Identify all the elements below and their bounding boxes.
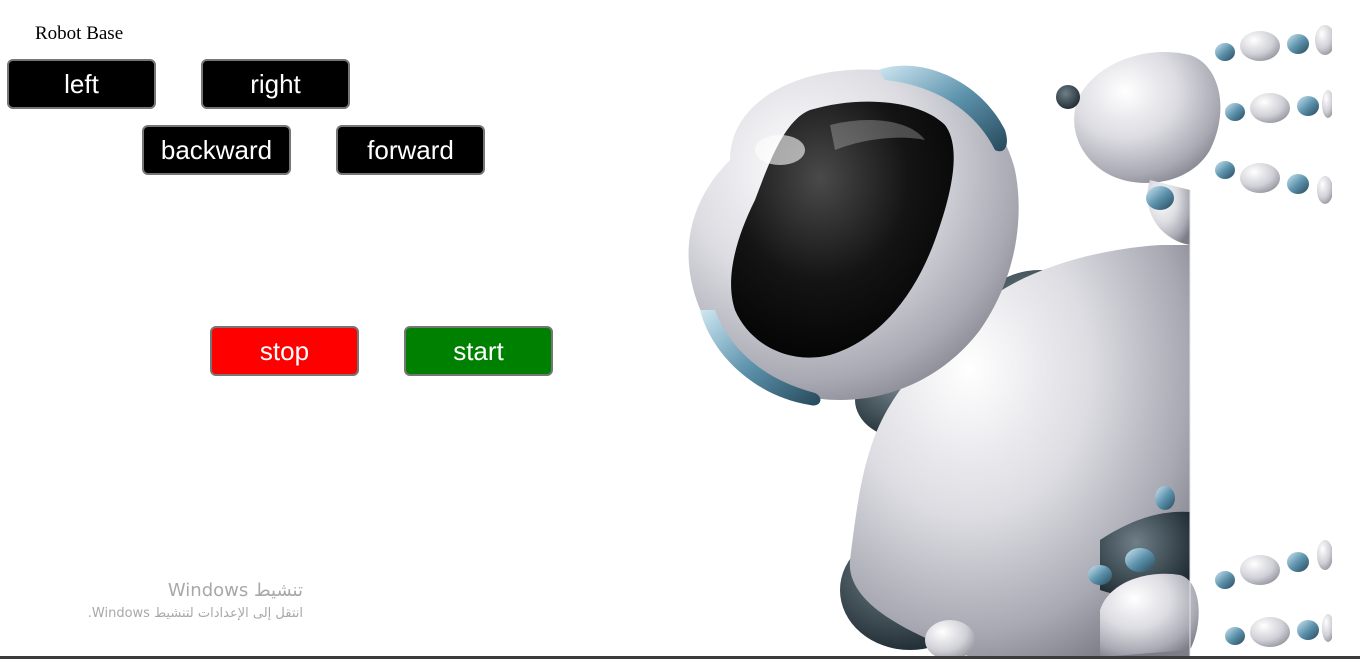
- robot-base-page: Robot Base left right backward forward s…: [0, 0, 1360, 659]
- stop-button[interactable]: stop: [210, 326, 359, 376]
- right-button[interactable]: right: [201, 59, 350, 109]
- backward-button[interactable]: backward: [142, 125, 291, 175]
- watermark-subtitle: انتقل إلى الإعدادات لتنشيط Windows.: [87, 606, 303, 621]
- forward-button[interactable]: forward: [336, 125, 485, 175]
- robot-image: [688, 0, 1332, 657]
- page-title: Robot Base: [35, 23, 124, 44]
- left-button[interactable]: left: [7, 59, 156, 109]
- start-button[interactable]: start: [404, 326, 553, 376]
- windows-activation-watermark: تنشيط Windows انتقل إلى الإعدادات لتنشيط…: [88, 578, 303, 624]
- watermark-title: تنشيط Windows: [167, 580, 303, 601]
